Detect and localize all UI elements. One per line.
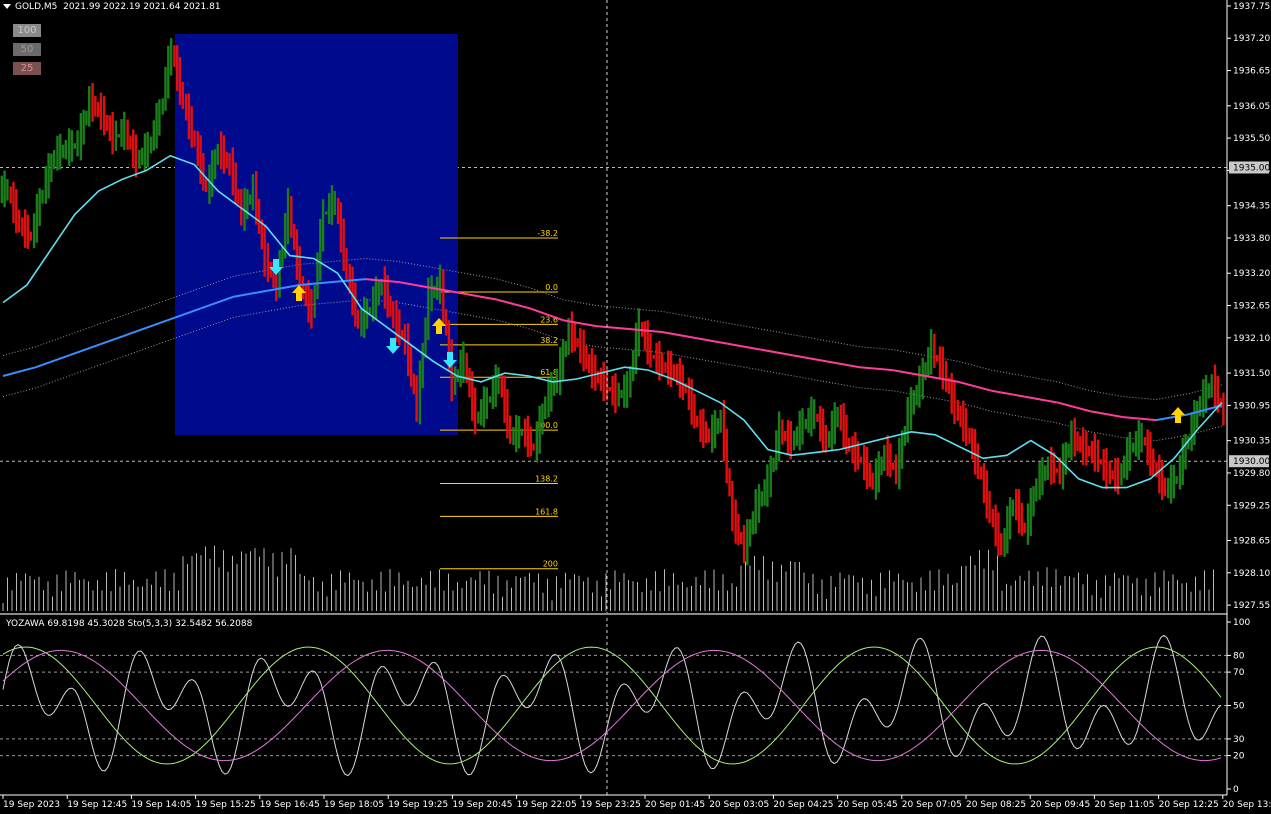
slow-ma-segment [134, 319, 169, 333]
zoom-button-100[interactable]: 100 [13, 24, 41, 37]
oscillator-tick-label: 50 [1233, 702, 1245, 712]
slow-ma-segment [694, 336, 728, 345]
price-tick-label: 1933.80 [1233, 234, 1270, 244]
time-tick-label: 20 Sep 11:05 [1094, 800, 1154, 810]
price-tick-label: 1929.80 [1233, 469, 1270, 479]
slow-ma-segment [859, 366, 893, 372]
slow-ma-segment [793, 354, 827, 363]
buy-arrow-icon-shape [1171, 407, 1185, 423]
slow-ma-segment [661, 330, 696, 339]
slow-ma-segment [68, 342, 103, 357]
slow-ma-segment [35, 354, 70, 369]
slow-ma-segment [1155, 413, 1190, 422]
price-tick-label: 1937.20 [1233, 34, 1270, 44]
slow-ma-segment [1090, 410, 1124, 419]
price-tick-label: 1937.75 [1233, 2, 1270, 12]
time-tick-label: 19 Sep 16:45 [260, 800, 320, 810]
price-tick-label: 1927.55 [1233, 601, 1270, 611]
symbol-timeframe: GOLD,M5 [15, 2, 58, 12]
fib-level-label: 0.0 [545, 283, 558, 292]
dropdown-triangle-icon[interactable] [3, 4, 11, 9]
time-tick-label: 19 Sep 20:45 [452, 800, 512, 810]
price-tick-label: 1928.10 [1233, 569, 1270, 579]
time-tick-label: 20 Sep 09:45 [1030, 800, 1090, 810]
price-tick-label: 1934.35 [1233, 202, 1270, 212]
slow-ma-segment [1123, 416, 1157, 422]
ohlc-values: 2021.99 2022.19 2021.64 2021.81 [63, 2, 221, 12]
slow-ma-segment [2, 366, 37, 377]
zoom-button-25[interactable]: 25 [13, 62, 41, 75]
price-marker-label: 1930.00 [1233, 457, 1270, 467]
price-tick-label: 1935.50 [1233, 134, 1270, 144]
slow-ma-segment [958, 380, 992, 392]
time-tick-label: 20 Sep 13:45 [1223, 800, 1271, 810]
fib-level-label: 61.8 [540, 368, 558, 377]
fib-level-label: 200 [543, 560, 558, 569]
slow-ma-segment [1057, 401, 1091, 413]
zoom-button-50[interactable]: 50 [13, 43, 41, 56]
time-tick-label: 19 Sep 22:05 [517, 800, 577, 810]
buy-arrow-icon [1171, 407, 1185, 423]
time-tick-label: 19 Sep 12:45 [67, 800, 127, 810]
time-tick-label: 20 Sep 05:45 [838, 800, 898, 810]
time-tick-label: 20 Sep 07:05 [902, 800, 962, 810]
slow-ma-segment [826, 360, 860, 369]
slow-ma-segment [464, 292, 498, 301]
slow-ma-segment [727, 342, 761, 351]
time-tick-label: 20 Sep 12:25 [1159, 800, 1219, 810]
oscillator-tick-label: 100 [1233, 618, 1250, 628]
fib-level-label: 38.2 [540, 336, 558, 345]
price-tick-label: 1928.65 [1233, 537, 1270, 547]
fib-level-label: 161.8 [535, 507, 558, 516]
chart-area[interactable]: -38.20.023.638.261.8100.0138.2161.8200 1… [0, 0, 1271, 814]
oscillator-tick-label: 0 [1233, 785, 1239, 795]
slow-ma-segment [595, 325, 630, 331]
time-tick-label: 20 Sep 03:05 [709, 800, 769, 810]
price-tick-label: 1932.10 [1233, 334, 1270, 344]
price-tick-label: 1932.65 [1233, 302, 1270, 312]
time-tick-label: 19 Sep 18:05 [324, 800, 384, 810]
oscillator-tick-label: 70 [1233, 668, 1245, 678]
price-tick-label: 1936.65 [1233, 67, 1270, 77]
price-tick-label: 1933.20 [1233, 269, 1270, 279]
price-tick-label: 1931.50 [1233, 369, 1270, 379]
price-tick-label: 1929.25 [1233, 501, 1270, 511]
slow-ma-segment [496, 298, 531, 310]
time-tick-label: 20 Sep 04:25 [773, 800, 833, 810]
main-price-panel: -38.20.023.638.261.8100.0138.2161.8200 [0, 0, 1227, 795]
time-tick-label: 19 Sep 23:25 [581, 800, 641, 810]
price-tick-label: 1930.95 [1233, 401, 1270, 411]
slow-ma-segment [101, 331, 136, 345]
time-tick-label: 20 Sep 01:45 [645, 800, 705, 810]
price-tick-label: 1936.05 [1233, 102, 1270, 112]
slow-ma-segment [760, 348, 794, 357]
oscillator-panel [0, 634, 1227, 777]
price-tick-label: 1930.35 [1233, 437, 1270, 447]
fib-level-label: -38.2 [537, 229, 558, 238]
time-tick-label: 19 Sep 15:25 [196, 800, 256, 810]
time-tick-label: 19 Sep 2023 [3, 800, 60, 810]
oscillator-header: YOZAWA 69.8198 45.3028 Sto(5,3,3) 32.548… [6, 619, 253, 629]
slow-ma-segment [1024, 395, 1058, 404]
fib-level-label: 138.2 [535, 475, 558, 484]
oscillator-tick-label: 80 [1233, 651, 1245, 661]
slow-ma-segment [991, 389, 1025, 398]
time-tick-label: 19 Sep 14:05 [131, 800, 191, 810]
time-tick-label: 20 Sep 08:25 [966, 800, 1026, 810]
price-marker-label: 1935.00 [1233, 163, 1270, 173]
oscillator-tick-label: 20 [1233, 752, 1245, 762]
oscillator-tick-label: 30 [1233, 735, 1245, 745]
time-range-box[interactable] [175, 34, 458, 435]
chart-header: GOLD,M5 2021.99 2022.19 2021.64 2021.81 [3, 2, 221, 12]
time-tick-label: 19 Sep 19:25 [388, 800, 448, 810]
